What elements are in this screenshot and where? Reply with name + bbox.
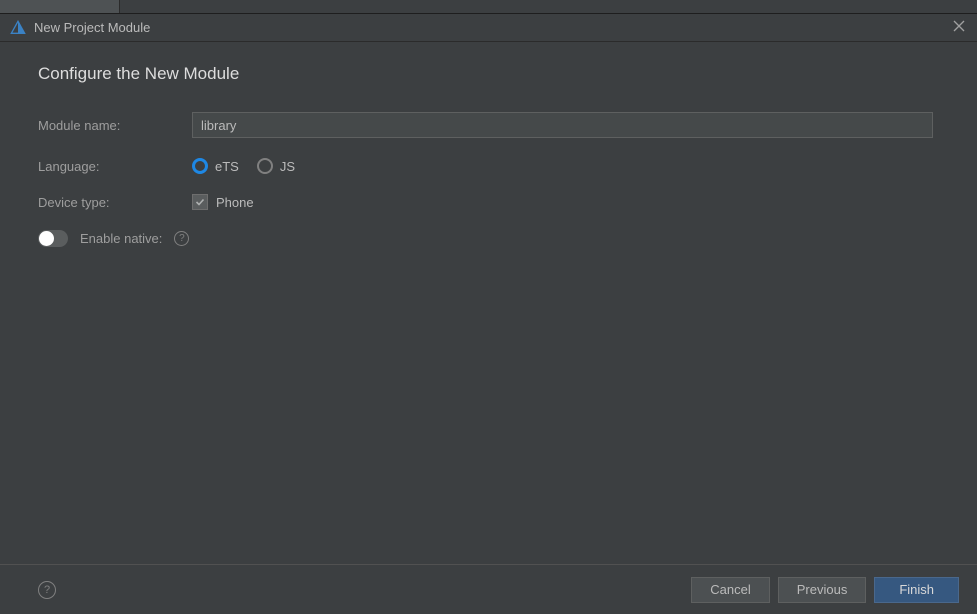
language-option-ets[interactable]: eTS <box>192 158 239 174</box>
radio-label: eTS <box>215 159 239 174</box>
language-radio-group: eTS JS <box>192 158 295 174</box>
checkbox-icon <box>192 194 208 210</box>
device-type-option-phone[interactable]: Phone <box>192 194 254 210</box>
device-type-label: Device type: <box>38 195 192 210</box>
module-name-row: Module name: <box>38 112 949 138</box>
language-label: Language: <box>38 159 192 174</box>
previous-button[interactable]: Previous <box>778 577 867 603</box>
page-title: Configure the New Module <box>38 64 949 84</box>
checkbox-label: Phone <box>216 195 254 210</box>
radio-icon <box>257 158 273 174</box>
footer-help-icon[interactable]: ? <box>38 581 56 599</box>
radio-icon <box>192 158 208 174</box>
module-name-input[interactable] <box>192 112 933 138</box>
close-icon[interactable] <box>949 19 969 37</box>
module-name-label: Module name: <box>38 118 192 133</box>
enable-native-row: Enable native: ? <box>38 230 949 247</box>
enable-native-label: Enable native: <box>80 231 162 246</box>
radio-label: JS <box>280 159 295 174</box>
finish-button[interactable]: Finish <box>874 577 959 603</box>
dialog-title-bar: New Project Module <box>0 14 977 42</box>
device-type-row: Device type: Phone <box>38 194 949 210</box>
enable-native-toggle[interactable] <box>38 230 68 247</box>
dialog-title: New Project Module <box>34 20 949 35</box>
help-icon[interactable]: ? <box>174 231 189 246</box>
dialog-footer: ? Cancel Previous Finish <box>0 564 977 614</box>
toggle-knob <box>39 231 54 246</box>
language-option-js[interactable]: JS <box>257 158 295 174</box>
editor-tab[interactable] <box>0 0 120 13</box>
language-row: Language: eTS JS <box>38 158 949 174</box>
editor-tab-strip <box>0 0 977 14</box>
app-logo-icon <box>10 20 26 36</box>
cancel-button[interactable]: Cancel <box>691 577 769 603</box>
dialog-content: Configure the New Module Module name: La… <box>0 42 977 564</box>
